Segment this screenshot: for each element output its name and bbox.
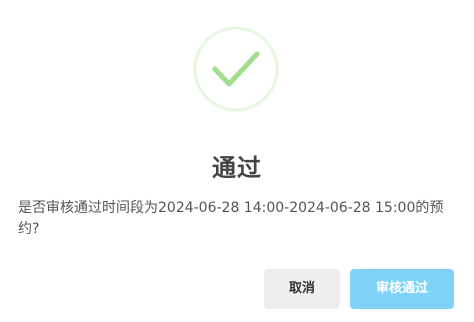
confirm-dialog: 通过 是否审核通过时间段为2024-06-28 14:00-2024-06-28… <box>0 0 474 322</box>
check-circle-icon <box>193 26 279 112</box>
dialog-message: 是否审核通过时间段为2024-06-28 14:00-2024-06-28 15… <box>18 200 444 237</box>
dialog-title: 通过 <box>212 154 262 182</box>
approve-button[interactable]: 审核通过 <box>350 269 454 309</box>
cancel-button[interactable]: 取消 <box>264 269 340 309</box>
success-check-icon <box>193 26 279 112</box>
